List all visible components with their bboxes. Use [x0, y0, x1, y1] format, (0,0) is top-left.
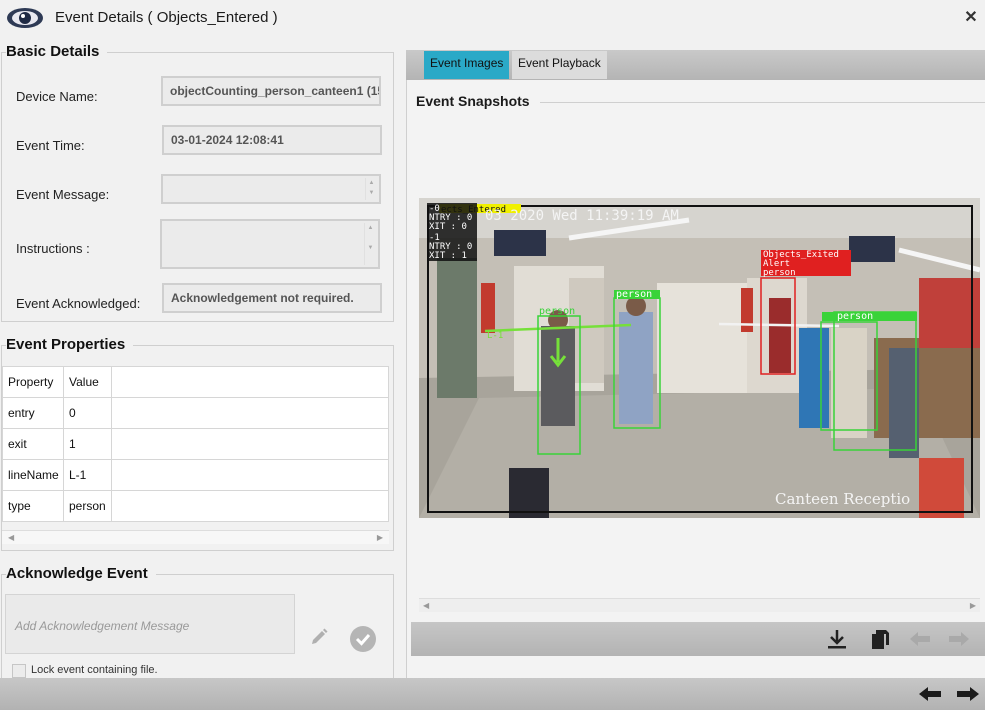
properties-horizontal-scrollbar[interactable]: ◀ ▶	[2, 530, 389, 544]
pencil-icon[interactable]	[309, 627, 329, 647]
image-toolbar	[411, 622, 985, 656]
arrow-left-icon[interactable]	[908, 628, 932, 650]
cell-property: type	[2, 490, 64, 522]
instructions-scroll[interactable]: ▲ ▼	[364, 223, 376, 265]
event-acknowledged-field[interactable]: Acknowledgement not required.	[162, 283, 382, 313]
camera-name: Canteen Receptio	[775, 490, 910, 508]
instructions-field[interactable]: ▲ ▼	[160, 219, 380, 269]
scroll-right-icon[interactable]: ▶	[970, 599, 976, 613]
header-value: Value	[63, 366, 112, 398]
event-snapshot-image[interactable]: person person person Objects_Exited Aler…	[419, 198, 980, 518]
cell-property: lineName	[2, 459, 64, 491]
lock-event-checkbox[interactable]	[12, 664, 26, 678]
instructions-label: Instructions :	[16, 241, 90, 256]
cell-property: exit	[2, 428, 64, 460]
cell-empty	[111, 490, 389, 522]
check-icon[interactable]	[350, 626, 376, 652]
event-snapshots-title: Event Snapshots	[416, 93, 538, 109]
header-property: Property	[2, 366, 64, 398]
table-header-row: Property Value	[2, 366, 389, 398]
arrow-left-icon[interactable]	[917, 684, 943, 704]
acknowledgement-message-input[interactable]: Add Acknowledgement Message	[5, 594, 295, 654]
acknowledge-title: Acknowledge Event	[6, 565, 156, 582]
device-name-label: Device Name:	[16, 89, 98, 104]
scroll-right-icon[interactable]: ▶	[377, 531, 383, 545]
counter1-exit: XIT : 0	[429, 222, 467, 232]
event-properties-title: Event Properties	[6, 336, 134, 353]
table-row[interactable]: type person	[2, 490, 389, 522]
tab-event-playback[interactable]: Event Playback	[512, 51, 607, 79]
event-message-field[interactable]: ▲ ▼	[161, 174, 381, 204]
app-eye-icon	[7, 8, 43, 28]
event-time-label: Event Time:	[16, 138, 85, 153]
cell-value: 1	[63, 428, 112, 460]
window-title: Event Details ( Objects_Entered )	[55, 9, 278, 26]
title-bar: Event Details ( Objects_Entered ) ✕	[0, 0, 985, 38]
event-message-scroll[interactable]: ▲ ▼	[365, 178, 377, 200]
scroll-left-icon[interactable]: ◀	[423, 599, 429, 613]
copy-icon[interactable]	[868, 628, 892, 650]
cell-property: entry	[2, 397, 64, 429]
cell-empty	[111, 428, 389, 460]
tab-event-images[interactable]: Event Images	[424, 51, 510, 79]
detection-label: person	[837, 311, 873, 322]
table-row[interactable]: lineName L-1	[2, 459, 389, 491]
event-acknowledged-label: Event Acknowledged:	[16, 296, 141, 311]
counter2-exit: XIT : 1	[429, 251, 467, 261]
cell-value: L-1	[63, 459, 112, 491]
table-row[interactable]: exit 1	[2, 428, 389, 460]
cell-value: 0	[63, 397, 112, 429]
cell-empty	[111, 459, 389, 491]
arrow-right-icon[interactable]	[947, 628, 971, 650]
overlay-timestamp: 03 2020 Wed 11:39:19 AM	[485, 208, 679, 224]
download-icon[interactable]	[825, 628, 849, 650]
alert-box-label: person	[763, 268, 796, 278]
properties-table: Property Value entry 0 exit 1 lineName L…	[2, 366, 389, 522]
detection-label: person	[616, 289, 652, 300]
detection-label: person	[539, 306, 575, 317]
event-time-field[interactable]: 03-01-2024 12:08:41	[162, 125, 382, 155]
cell-empty	[111, 397, 389, 429]
event-message-label: Event Message:	[16, 187, 110, 202]
footer-bar	[0, 678, 985, 710]
scroll-left-icon[interactable]: ◀	[8, 531, 14, 545]
lock-event-label: Lock event containing file.	[31, 664, 158, 676]
header-empty	[111, 366, 389, 398]
line-label: L-1	[487, 331, 503, 341]
snapshot-horizontal-scrollbar[interactable]: ◀ ▶	[419, 598, 980, 612]
divider	[540, 102, 985, 103]
cell-value: person	[63, 490, 112, 522]
close-icon[interactable]: ✕	[961, 8, 981, 28]
arrow-right-icon[interactable]	[955, 684, 981, 704]
device-name-field[interactable]: objectCounting_person_canteen1 (15	[161, 76, 381, 106]
table-row[interactable]: entry 0	[2, 397, 389, 429]
basic-details-title: Basic Details	[6, 43, 108, 60]
